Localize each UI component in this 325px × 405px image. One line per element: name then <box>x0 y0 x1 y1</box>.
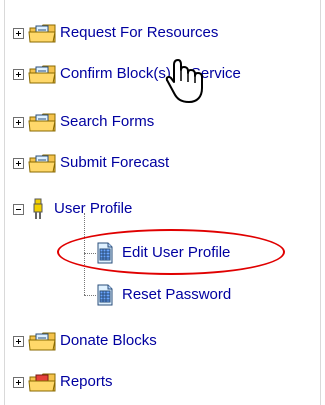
tree-item-label[interactable]: Reset Password <box>122 286 231 304</box>
plus-toggle-icon[interactable] <box>13 27 24 39</box>
tree-item-submit-forecast[interactable]: Submit Forecast <box>13 150 169 176</box>
folder-icon <box>28 65 56 84</box>
tree-panel: Request For Resources Confirm Block(s) i… <box>0 0 325 405</box>
plus-toggle-icon[interactable] <box>13 376 24 388</box>
folder-icon <box>28 113 56 132</box>
plus-toggle-icon[interactable] <box>13 335 24 347</box>
folder-icon <box>28 24 56 43</box>
tree-item-donate-blocks[interactable]: Donate Blocks <box>13 328 157 354</box>
tree-item-label[interactable]: Search Forms <box>60 113 154 131</box>
folder-icon <box>28 332 56 351</box>
minus-toggle-icon[interactable] <box>13 203 24 215</box>
tree-item-search-forms[interactable]: Search Forms <box>13 109 154 135</box>
reports-folder-icon <box>28 373 56 392</box>
tree-item-label[interactable]: Confirm Block(s) in Service <box>60 65 241 83</box>
user-icon <box>33 198 43 219</box>
tree-item-reports[interactable]: Reports <box>13 369 113 395</box>
plus-toggle-icon[interactable] <box>13 116 24 128</box>
tree-item-request-for-resources[interactable]: Request For Resources <box>13 20 218 46</box>
tree-item-label[interactable]: User Profile <box>54 200 132 218</box>
tree-item-label[interactable]: Reports <box>60 373 113 391</box>
tree-item-confirm-blocks[interactable]: Confirm Block(s) in Service <box>13 61 241 87</box>
tree-item-user-profile[interactable]: User Profile <box>13 196 132 222</box>
highlight-oval <box>57 229 285 275</box>
navigation-tree: Request For Resources Confirm Block(s) i… <box>0 0 325 405</box>
tree-item-label[interactable]: Donate Blocks <box>60 332 157 350</box>
document-icon <box>97 284 113 306</box>
tree-item-label[interactable]: Submit Forecast <box>60 154 169 172</box>
folder-icon <box>28 154 56 173</box>
tree-item-reset-password[interactable]: Reset Password <box>96 282 231 308</box>
tree-connector-horizontal <box>84 295 96 297</box>
hand-cursor-icon <box>165 59 203 103</box>
plus-toggle-icon[interactable] <box>13 68 24 80</box>
plus-toggle-icon[interactable] <box>13 157 24 169</box>
tree-item-label[interactable]: Request For Resources <box>60 24 218 42</box>
